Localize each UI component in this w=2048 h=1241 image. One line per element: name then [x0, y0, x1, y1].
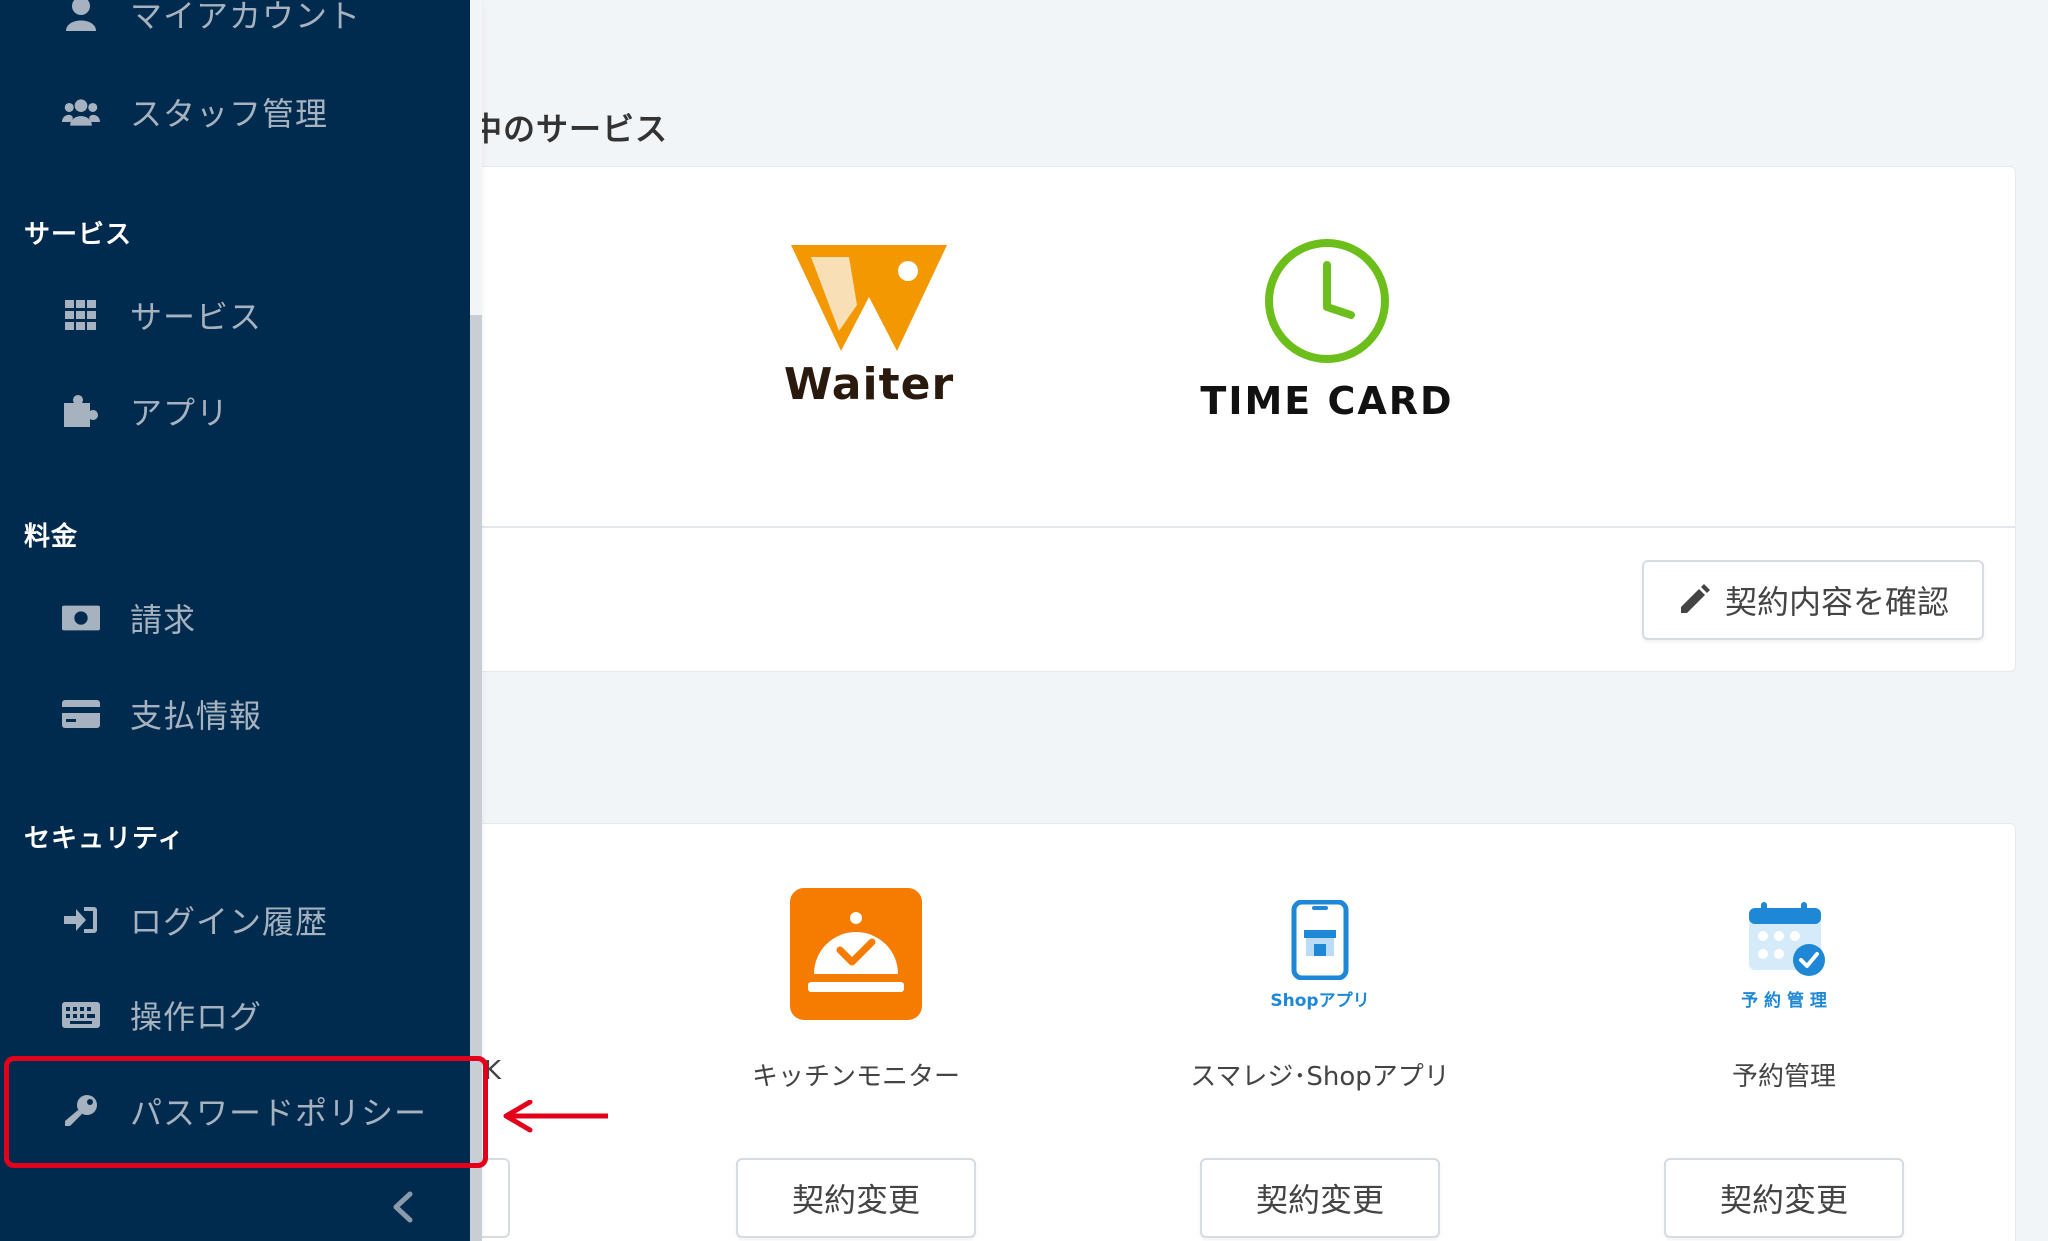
chevron-left-icon	[393, 1191, 413, 1223]
shop-app-label: スマレジ･Shopアプリ	[1190, 1062, 1450, 1092]
sidebar-heading-billing: 料金	[24, 522, 79, 552]
section-title: 中のサービス	[470, 110, 669, 148]
confirm-contract-button[interactable]: 契約内容を確認	[1642, 560, 1984, 640]
users-icon	[62, 95, 100, 129]
pencil-icon	[1680, 584, 1710, 613]
sidebar-item-my-account[interactable]: マイアカウント	[0, 0, 470, 54]
user-icon	[62, 0, 100, 31]
grid-icon	[62, 298, 100, 332]
waiter-logo-icon	[791, 245, 947, 351]
waiter-service[interactable]: Waiter	[769, 245, 969, 410]
sidebar-item-staff[interactable]: スタッフ管理	[0, 72, 470, 152]
highlight-box	[4, 1056, 488, 1168]
timecard-name: TIME CARD	[1200, 379, 1454, 423]
calendar-icon: 予 約 管 理	[1734, 900, 1834, 1011]
credit-card-icon	[62, 697, 100, 731]
reservation-label: 予約管理	[1731, 1062, 1836, 1092]
puzzle-icon	[62, 394, 100, 428]
kitchen-monitor-label: キッチンモニター	[751, 1062, 960, 1092]
waiter-name: Waiter	[783, 359, 955, 410]
sidebar-item-login-history[interactable]: ログイン履歴	[0, 880, 470, 960]
sidebar-item-payment[interactable]: 支払情報	[0, 674, 470, 754]
sidebar-scrollbar-thumb[interactable]	[470, 0, 482, 315]
keyboard-icon	[62, 998, 100, 1032]
reservation-caption: 予 約 管 理	[1741, 991, 1827, 1011]
card-divider	[441, 526, 2015, 528]
change-contract-button-shop[interactable]: 契約変更	[1200, 1158, 1440, 1238]
sidebar-item-services[interactable]: サービス	[0, 275, 470, 355]
change-contract-button-kitchen[interactable]: 契約変更	[736, 1158, 976, 1238]
sidebar-heading-security: セキュリティ	[24, 824, 185, 854]
sidebar-item-operation-log[interactable]: 操作ログ	[0, 975, 470, 1055]
sidebar-item-apps[interactable]: アプリ	[0, 371, 470, 451]
clock-icon	[1265, 239, 1389, 363]
kitchen-monitor-icon	[790, 888, 922, 1024]
shop-app-icon: Shopアプリ	[1270, 899, 1370, 1011]
sidebar-heading-services: サービス	[24, 220, 133, 250]
timecard-service[interactable]: TIME CARD	[1197, 235, 1457, 423]
sidebar-item-invoice[interactable]: 請求	[0, 578, 470, 658]
change-contract-button-reservation[interactable]: 契約変更	[1664, 1158, 1904, 1238]
shop-app-caption: Shopアプリ	[1270, 991, 1370, 1011]
sign-in-icon	[62, 903, 100, 937]
sidebar: マイアカウント スタッフ管理 サービス サービス アプリ 料金 請求 支払情報 …	[0, 0, 470, 1241]
collapse-sidebar-button[interactable]	[390, 1190, 416, 1228]
money-icon	[62, 601, 100, 635]
annotation-arrow-icon	[500, 1099, 612, 1144]
